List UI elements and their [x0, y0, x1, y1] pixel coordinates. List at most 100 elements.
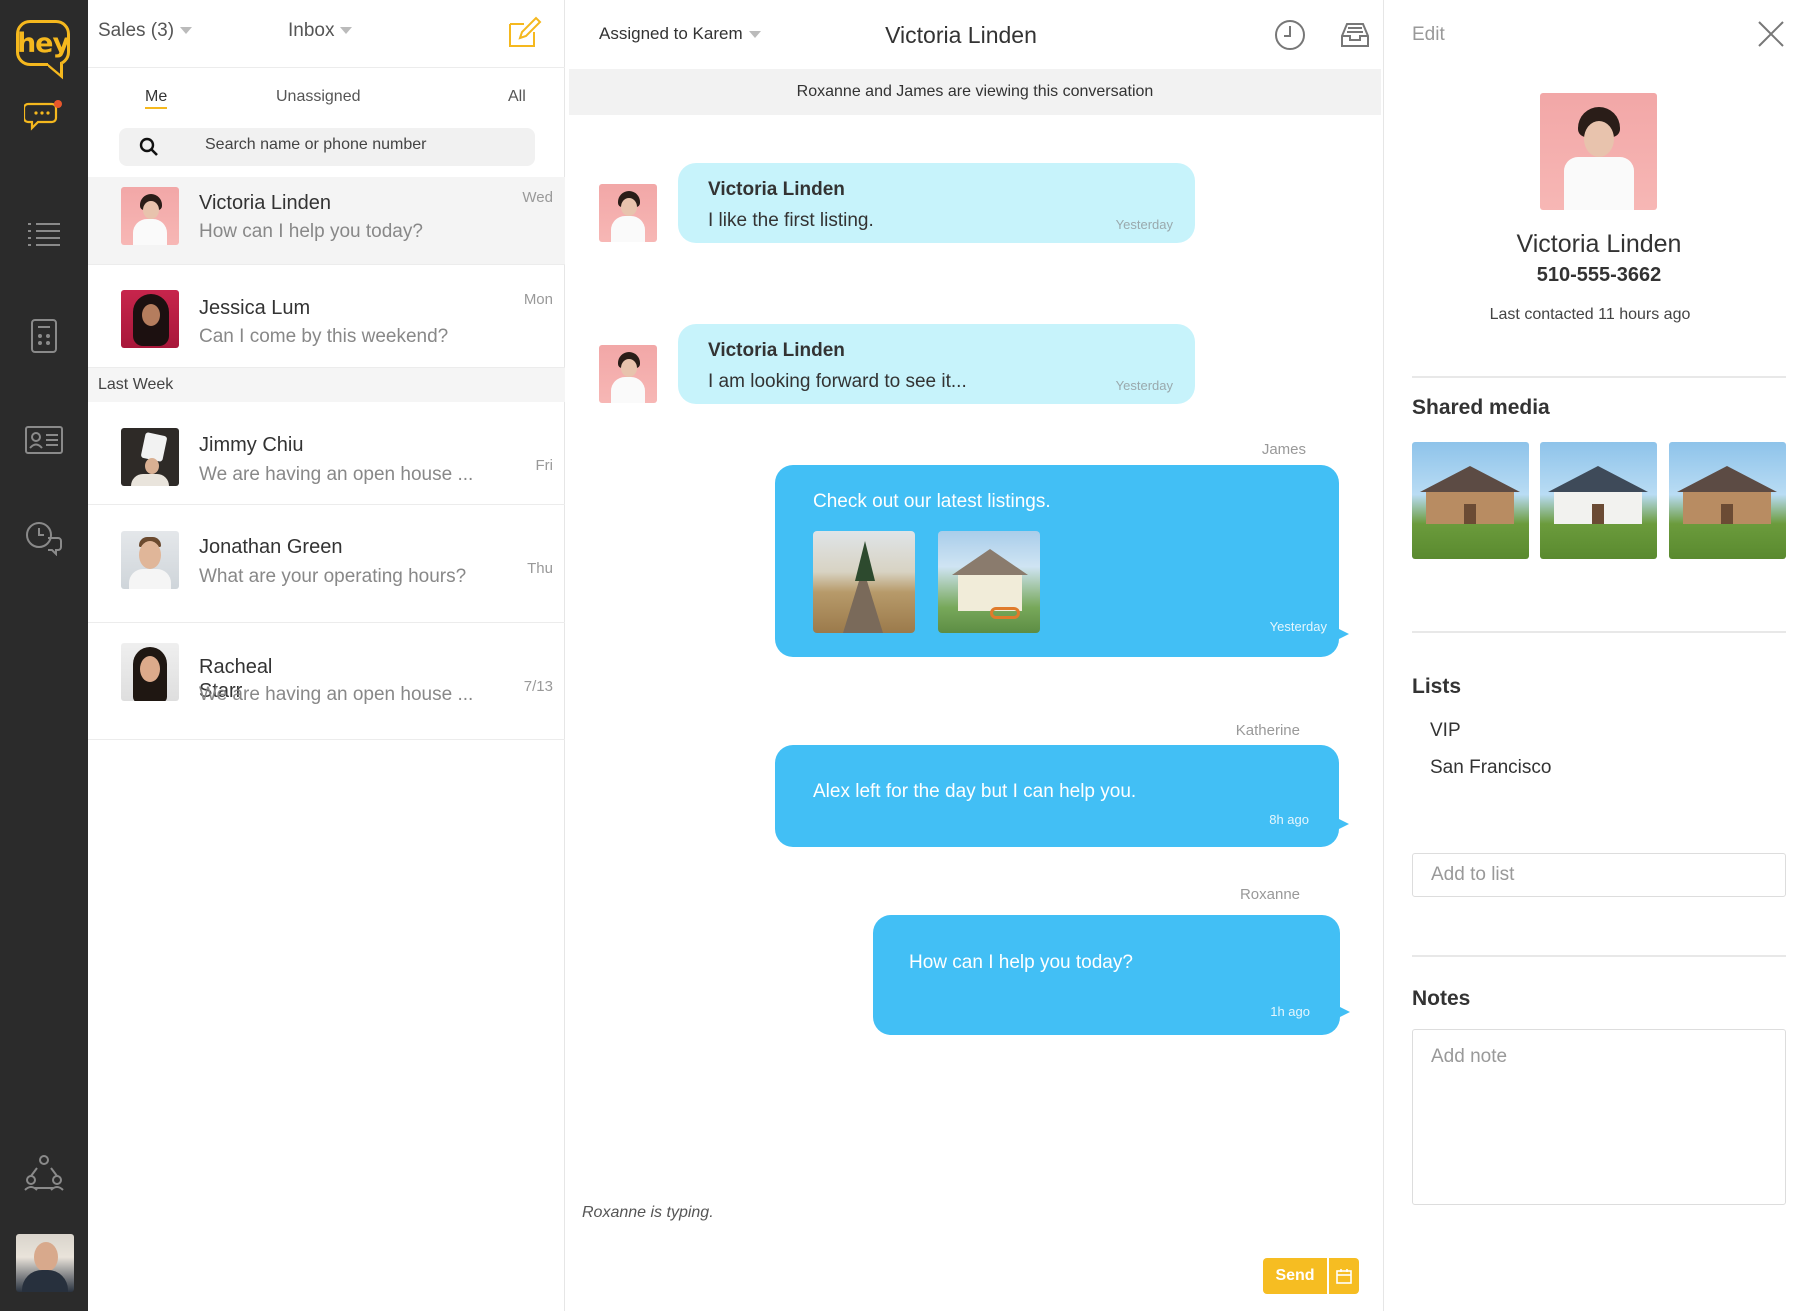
lists-title: Lists — [1412, 675, 1462, 698]
filter-tabs: Me Unassigned All — [88, 88, 565, 118]
contact-phone: 510-555-3662 — [1536, 264, 1662, 286]
divider — [1412, 631, 1786, 633]
divider — [1412, 955, 1786, 957]
conversation-preview: We are having an open house ... — [199, 684, 474, 705]
message-text: Check out our latest listings. — [813, 491, 1051, 512]
close-icon[interactable] — [1755, 18, 1787, 50]
message-time: 1h ago — [1270, 1004, 1310, 1019]
conversation-item[interactable]: Racheal Starr We are having an open hous… — [88, 623, 565, 740]
listing-photo-boardwalk[interactable] — [813, 531, 915, 633]
chat-panel: Assigned to Karem Victoria Linden Roxann… — [566, 0, 1384, 1311]
add-to-list-input[interactable] — [1412, 853, 1786, 897]
tab-me[interactable]: Me — [145, 88, 168, 109]
outgoing-message: How can I help you today? 1h ago — [873, 915, 1350, 1035]
message-author: Katherine — [1235, 722, 1300, 739]
shared-media-title: Shared media — [1412, 396, 1550, 419]
assignee-dropdown[interactable]: Assigned to Karem — [599, 24, 761, 44]
calendar-icon — [1336, 1269, 1352, 1284]
conversation-item[interactable]: Jimmy Chiu We are having an open house .… — [88, 402, 565, 505]
message-author: Roxanne — [1239, 886, 1300, 903]
edit-button[interactable]: Edit — [1412, 24, 1445, 46]
conversation-name: Jessica Lum — [199, 297, 311, 319]
current-user-avatar[interactable] — [16, 1234, 74, 1292]
inbox-dropdown-label: Inbox — [288, 20, 335, 41]
viewing-notice: Roxanne and James are viewing this conve… — [569, 69, 1381, 115]
conversation-time: Fri — [535, 457, 554, 474]
section-label-last-week: Last Week — [88, 368, 565, 402]
message-text: I like the first listing. — [708, 210, 874, 231]
contact-card-icon[interactable] — [22, 418, 66, 462]
conversation-list-panel: Sales (3) Inbox Me Unassigned All Victor… — [88, 0, 565, 1311]
conversation-name: Jonathan Green — [199, 536, 343, 558]
conversation-time: 7/13 — [523, 678, 553, 695]
list-tag[interactable]: VIP — [1430, 720, 1461, 742]
shared-media-item[interactable] — [1669, 442, 1786, 559]
message-author: James — [1261, 441, 1306, 458]
tab-unassigned[interactable]: Unassigned — [276, 88, 361, 106]
add-note-field[interactable] — [1412, 1029, 1786, 1205]
message-time: Yesterday — [1269, 619, 1327, 634]
avatar — [599, 345, 657, 403]
outgoing-message: Check out our latest listings. Yesterday — [775, 465, 1349, 657]
divider — [1412, 376, 1786, 378]
send-button[interactable]: Send — [1263, 1258, 1327, 1294]
compose-icon[interactable] — [506, 14, 542, 50]
schedule-send-button[interactable] — [1329, 1258, 1359, 1294]
conversation-item[interactable]: Jonathan Green What are your operating h… — [88, 505, 565, 623]
conversation-time: Wed — [522, 189, 553, 206]
last-contacted: Last contacted 11 hours ago — [1489, 306, 1691, 323]
assignee-label: Assigned to Karem — [599, 24, 743, 43]
inbox-dropdown[interactable]: Inbox — [288, 20, 353, 42]
conversation-item[interactable]: Victoria Linden How can I help you today… — [88, 177, 565, 265]
message-time: Yesterday — [1115, 378, 1173, 393]
conversation-preview: Can I come by this weekend? — [199, 326, 449, 347]
list-tag[interactable]: San Francisco — [1430, 757, 1551, 779]
conversation-name: Victoria Linden — [199, 192, 331, 214]
tab-all[interactable]: All — [508, 88, 526, 106]
shared-media-item[interactable] — [1412, 442, 1529, 559]
notes-title: Notes — [1412, 987, 1471, 1010]
message-text: Alex left for the day but I can help you… — [813, 781, 1137, 802]
conversation-preview: We are having an open house ... — [199, 464, 474, 485]
contact-panel: Edit Victoria Linden 510-555-3662 Last c… — [1385, 0, 1803, 1311]
conversation-item[interactable]: Jessica Lum Can I come by this weekend? … — [88, 265, 565, 368]
shared-media-item[interactable] — [1540, 442, 1657, 559]
archive-icon[interactable] — [1338, 18, 1372, 52]
listing-photo-cottage[interactable] — [938, 531, 1040, 633]
avatar — [121, 643, 179, 701]
chevron-down-icon — [340, 27, 353, 35]
clock-icon[interactable] — [1273, 18, 1307, 52]
conversations-icon[interactable] — [22, 94, 66, 138]
sales-dropdown-label: Sales (3) — [98, 20, 175, 41]
avatar — [121, 531, 179, 589]
conversation-time: Thu — [527, 560, 553, 577]
message-text: How can I help you today? — [909, 952, 1133, 973]
dialer-icon[interactable] — [22, 314, 66, 358]
hey-logo[interactable]: hey — [16, 20, 70, 66]
team-icon[interactable] — [22, 1150, 66, 1194]
outgoing-message: Alex left for the day but I can help you… — [775, 745, 1349, 847]
message-text: I am looking forward to see it... — [708, 371, 967, 392]
message-time: 8h ago — [1269, 812, 1309, 827]
search-icon — [139, 137, 158, 156]
message-sender: Victoria Linden — [708, 340, 845, 361]
search-box — [119, 128, 535, 166]
incoming-message: Victoria Linden I am looking forward to … — [678, 324, 1195, 404]
scheduled-messages-icon[interactable] — [22, 516, 66, 560]
sales-dropdown[interactable]: Sales (3) — [98, 20, 193, 42]
avatar — [121, 187, 179, 245]
chat-title: Victoria Linden — [885, 22, 1037, 48]
avatar — [121, 428, 179, 486]
incoming-message: Victoria Linden I like the first listing… — [678, 163, 1195, 243]
search-input[interactable] — [205, 136, 525, 154]
conversation-preview: How can I help you today? — [199, 221, 423, 242]
chat-header: Assigned to Karem Victoria Linden — [566, 0, 1384, 68]
avatar — [121, 290, 179, 348]
message-sender: Victoria Linden — [708, 179, 845, 200]
list-header: Sales (3) Inbox — [88, 0, 565, 68]
typing-indicator: Roxanne is typing. — [582, 1204, 714, 1221]
contact-name: Victoria Linden — [1516, 230, 1682, 258]
list-icon[interactable] — [22, 212, 66, 256]
avatar — [599, 184, 657, 242]
conversation-preview: What are your operating hours? — [199, 566, 467, 587]
